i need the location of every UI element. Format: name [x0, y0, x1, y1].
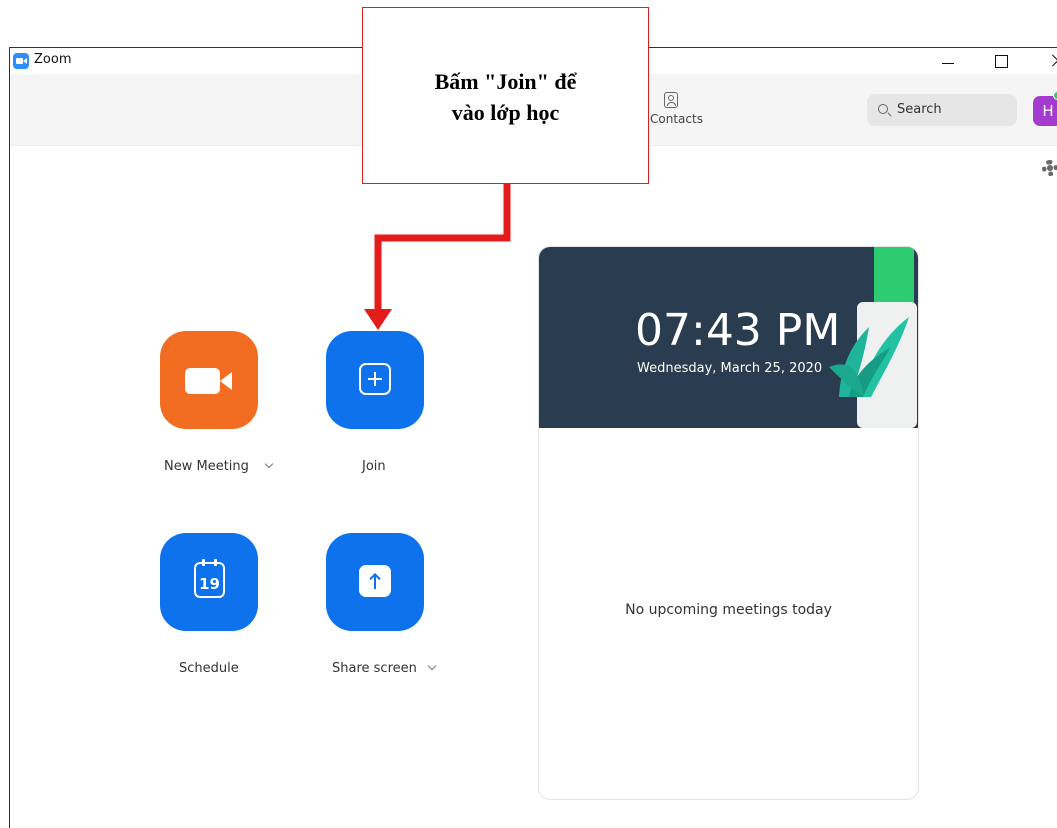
annotation-callout: Bấm "Join" để vào lớp học [362, 7, 649, 184]
schedule-button[interactable]: 19 [160, 533, 258, 631]
minimize-button[interactable] [925, 48, 971, 74]
calendar-icon: 19 [194, 559, 225, 598]
upcoming-meetings-card: 07:43 PM Wednesday, March 25, 2020 No up… [538, 246, 919, 800]
gear-icon[interactable] [1042, 160, 1057, 176]
schedule-label: Schedule [179, 661, 239, 676]
no-meetings-message: No upcoming meetings today [625, 602, 832, 618]
video-camera-icon [185, 368, 232, 394]
window-title: Zoom [34, 52, 72, 67]
annotation-text: Bấm "Join" để vào lớp học [434, 69, 577, 125]
search-icon [878, 104, 888, 114]
share-screen-label: Share screen [332, 661, 417, 676]
join-label: Join [362, 459, 386, 474]
new-meeting-label: New Meeting [164, 459, 249, 474]
share-icon [359, 565, 391, 597]
clock-header: 07:43 PM Wednesday, March 25, 2020 [539, 247, 918, 428]
clock-time: 07:43 PM [635, 305, 841, 356]
plus-icon [359, 363, 391, 395]
zoom-logo-icon [13, 53, 29, 69]
contacts-icon [664, 92, 678, 108]
join-button[interactable] [326, 331, 424, 429]
tab-contacts-label: Contacts [650, 112, 703, 126]
share-screen-button[interactable] [326, 533, 424, 631]
plant-illustration [829, 247, 917, 428]
search-placeholder: Search [897, 102, 942, 117]
clock-date: Wednesday, March 25, 2020 [637, 361, 823, 376]
online-status-dot [1053, 91, 1057, 100]
new-meeting-button[interactable] [160, 331, 258, 429]
tab-contacts[interactable]: Contacts [640, 92, 710, 136]
search-input[interactable]: Search [867, 94, 1017, 126]
avatar[interactable]: H [1033, 96, 1057, 126]
maximize-button[interactable] [977, 48, 1023, 74]
close-button[interactable] [1028, 48, 1057, 74]
